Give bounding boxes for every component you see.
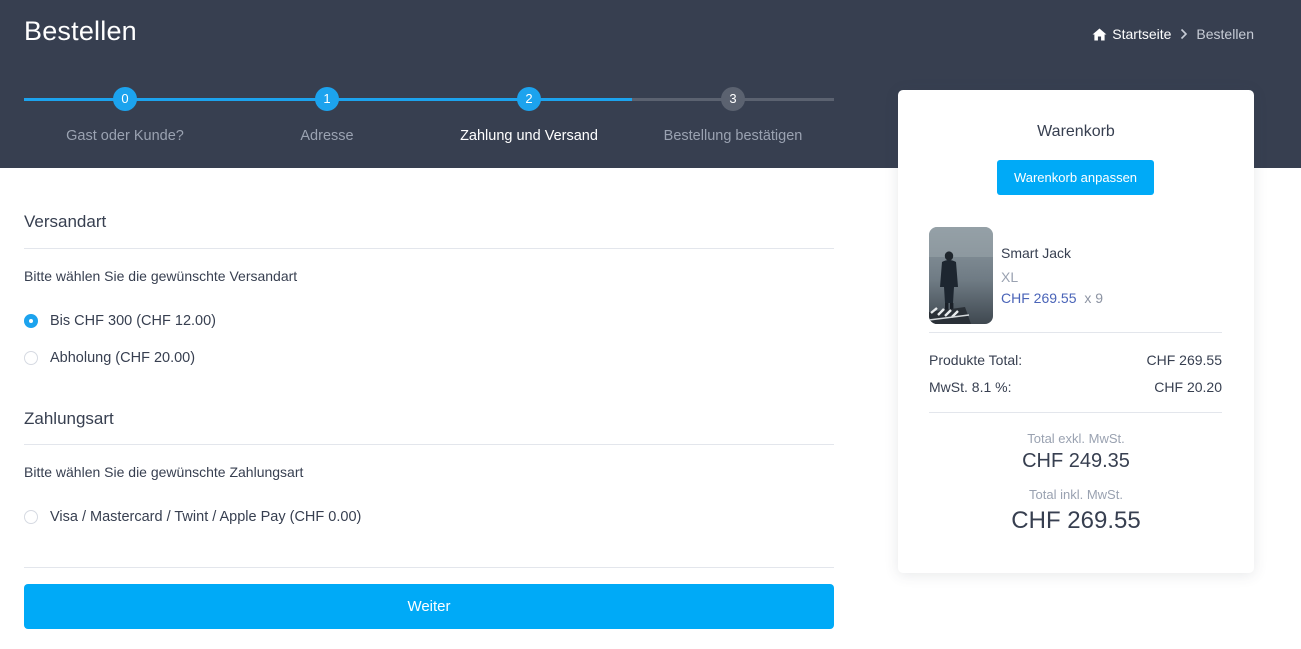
shipping-option-pickup[interactable]: Abholung (CHF 20.00) xyxy=(24,349,195,367)
cart-item-price-row: CHF 269.55 x 9 xyxy=(1001,290,1103,306)
step-guest-or-customer[interactable]: 0 Gast oder Kunde? xyxy=(24,86,226,144)
step-label: Adresse xyxy=(300,128,354,144)
step-label: Gast oder Kunde? xyxy=(66,128,184,144)
step-number: 3 xyxy=(721,87,745,111)
cart-item-price: CHF 269.55 xyxy=(1001,290,1077,306)
shipping-option-label: Bis CHF 300 (CHF 12.00) xyxy=(50,313,216,329)
payment-hint: Bitte wählen Sie die gewünschte Zahlungs… xyxy=(24,464,304,480)
chevron-right-icon xyxy=(1171,28,1196,40)
cart-divider xyxy=(929,412,1222,413)
step-label: Zahlung und Versand xyxy=(460,128,598,144)
cart-item-name[interactable]: Smart Jack xyxy=(1001,245,1071,261)
cart-item-size: XL xyxy=(1001,269,1019,285)
shipping-hint: Bitte wählen Sie die gewünschte Versanda… xyxy=(24,268,298,284)
total-excl-label: Total exkl. MwSt. xyxy=(1027,431,1125,446)
breadcrumb-home-label: Startseite xyxy=(1112,26,1172,42)
breadcrumb-home-link[interactable]: Startseite xyxy=(1092,26,1171,42)
cart-item-quantity: x 9 xyxy=(1084,290,1104,306)
payment-option-label: Visa / Mastercard / Twint / Apple Pay (C… xyxy=(50,509,362,525)
total-incl-label: Total inkl. MwSt. xyxy=(1029,487,1123,502)
shipping-radio-pickup[interactable] xyxy=(24,351,38,365)
products-total-value: CHF 269.55 xyxy=(1146,352,1222,368)
payment-divider xyxy=(24,444,834,445)
shipping-option-standard[interactable]: Bis CHF 300 (CHF 12.00) xyxy=(24,312,216,330)
shipping-option-label: Abholung (CHF 20.00) xyxy=(50,350,196,366)
product-thumbnail[interactable] xyxy=(929,227,993,324)
cart-divider xyxy=(929,332,1222,333)
payment-radio-card[interactable] xyxy=(24,510,38,524)
shipping-divider xyxy=(24,248,834,249)
products-total-label: Produkte Total: xyxy=(929,352,1023,368)
vat-row: MwSt. 8.1 %: CHF 20.20 xyxy=(929,379,1222,395)
edit-cart-button[interactable]: Warenkorb anpassen xyxy=(997,160,1154,195)
form-bottom-divider xyxy=(24,567,834,568)
breadcrumb: Startseite Bestellen xyxy=(1092,26,1254,42)
home-icon xyxy=(1092,27,1112,41)
shipping-radio-standard[interactable] xyxy=(24,314,38,328)
products-total-row: Produkte Total: CHF 269.55 xyxy=(929,352,1222,368)
step-address[interactable]: 1 Adresse xyxy=(226,86,428,144)
next-button[interactable]: Weiter xyxy=(24,584,834,629)
vat-label: MwSt. 8.1 %: xyxy=(929,379,1012,395)
total-incl-value: CHF 269.55 xyxy=(1011,507,1141,534)
shipping-section-title: Versandart xyxy=(24,212,107,231)
step-number: 0 xyxy=(113,87,137,111)
vat-value: CHF 20.20 xyxy=(1154,379,1222,395)
step-number: 1 xyxy=(315,87,339,111)
step-number: 2 xyxy=(517,87,541,111)
step-payment-shipping: 2 Zahlung und Versand xyxy=(428,86,630,144)
total-excl-value: CHF 249.35 xyxy=(1022,450,1130,472)
checkout-steps: 0 Gast oder Kunde? 1 Adresse 2 Zahlung u… xyxy=(24,86,834,146)
step-label: Bestellung bestätigen xyxy=(663,128,803,144)
payment-section-title: Zahlungsart xyxy=(24,409,114,428)
page-title: Bestellen xyxy=(24,16,137,46)
payment-option-card[interactable]: Visa / Mastercard / Twint / Apple Pay (C… xyxy=(24,508,361,526)
cart-panel: Warenkorb Warenkorb anpassen Smart Jack … xyxy=(898,90,1254,573)
breadcrumb-current: Bestellen xyxy=(1196,26,1254,42)
cart-title: Warenkorb xyxy=(1037,123,1115,140)
step-confirm-order: 3 Bestellung bestätigen xyxy=(632,86,834,144)
